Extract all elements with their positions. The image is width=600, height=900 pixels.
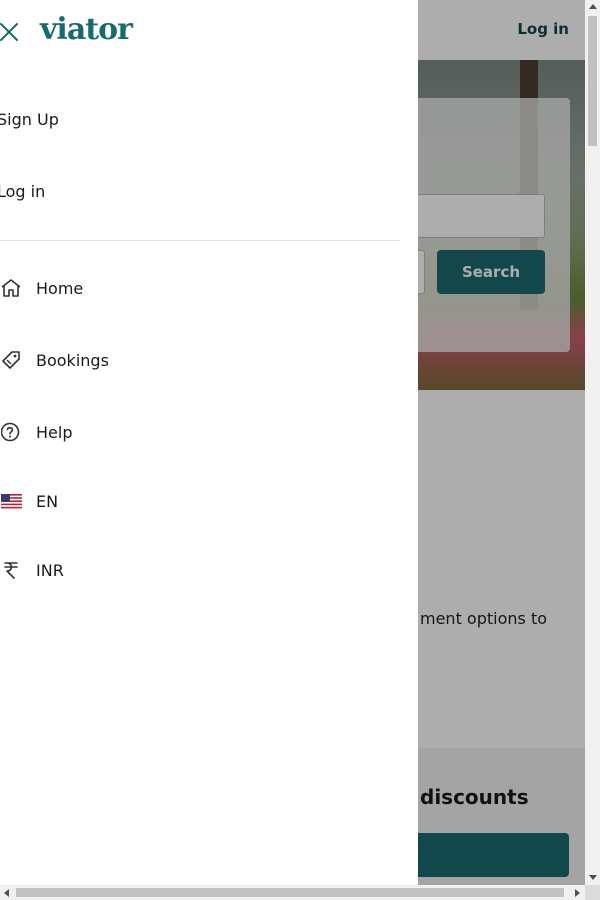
rupee-icon: [0, 559, 22, 581]
nav-item-label: Help: [36, 422, 73, 442]
nav-item-label: Bookings: [36, 350, 109, 370]
nav-item-label: INR: [36, 560, 64, 580]
scroll-left-arrow-icon[interactable]: [4, 889, 9, 897]
scroll-up-arrow-icon[interactable]: [589, 4, 597, 9]
nav-item-bookings[interactable]: Bookings: [0, 345, 400, 375]
help-circle-icon: [0, 421, 22, 443]
drawer-divider: [0, 240, 400, 241]
vertical-scrollbar[interactable]: [585, 0, 600, 885]
nav-item-language[interactable]: EN: [0, 486, 400, 516]
nav-item-home[interactable]: Home: [0, 273, 400, 303]
viator-logo[interactable]: viator: [40, 12, 133, 47]
close-icon[interactable]: [0, 22, 20, 42]
nav-item-help[interactable]: Help: [0, 417, 400, 447]
us-flag-icon: [0, 490, 22, 512]
nav-item-currency[interactable]: INR: [0, 555, 400, 585]
scroll-down-arrow-icon[interactable]: [589, 875, 597, 880]
navigation-drawer: viator Sign Up Log in Home Bookings Help…: [0, 0, 418, 885]
scrollbar-corner: [585, 885, 600, 900]
scroll-right-arrow-icon[interactable]: [575, 889, 580, 897]
vertical-scroll-thumb[interactable]: [588, 16, 597, 146]
horizontal-scrollbar[interactable]: [0, 885, 585, 900]
nav-item-label: Home: [36, 278, 84, 298]
sign-up-link[interactable]: Sign Up: [0, 110, 59, 129]
nav-item-label: EN: [36, 491, 59, 511]
log-in-link[interactable]: Log in: [0, 182, 45, 201]
home-icon: [0, 277, 22, 299]
horizontal-scroll-thumb[interactable]: [16, 888, 564, 897]
tag-icon: [0, 349, 22, 371]
